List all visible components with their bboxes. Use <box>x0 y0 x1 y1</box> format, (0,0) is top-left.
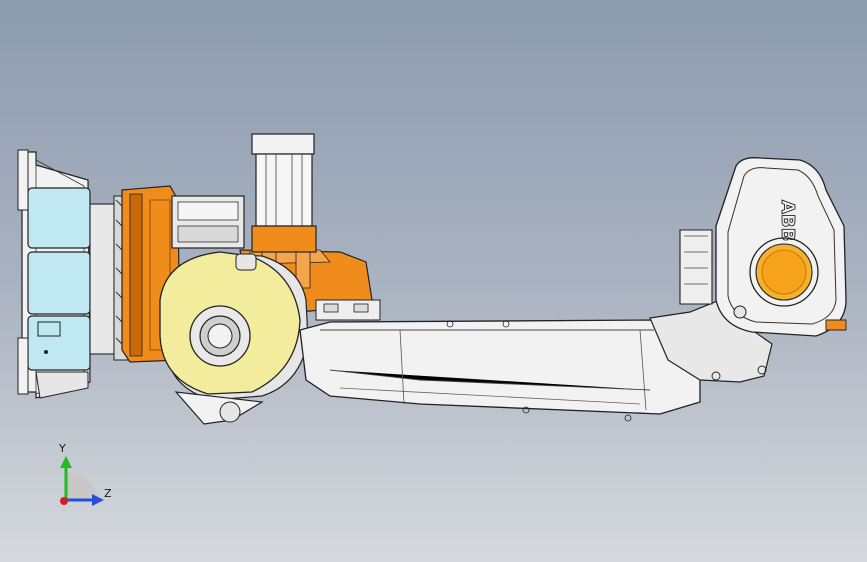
abb-logo: ABB <box>777 200 798 241</box>
z-axis-label: Z <box>104 487 112 500</box>
y-axis-label: Y <box>59 442 66 455</box>
base-panel-middle <box>27 251 91 315</box>
base-panel-lower <box>27 315 91 371</box>
axis-triad <box>60 456 104 506</box>
shoulder-joint <box>159 251 309 425</box>
origin-dot <box>60 497 68 505</box>
robot-model-view[interactable]: ABB <box>0 0 867 562</box>
axis2-motor <box>251 133 317 253</box>
base-panel-upper <box>27 187 91 249</box>
lower-arm <box>299 299 701 422</box>
axis1-motor-cover <box>171 195 245 249</box>
base-flange <box>17 149 91 399</box>
cad-viewport[interactable]: ABB Y Z <box>0 0 867 562</box>
wrist-housing: ABB <box>715 157 847 337</box>
